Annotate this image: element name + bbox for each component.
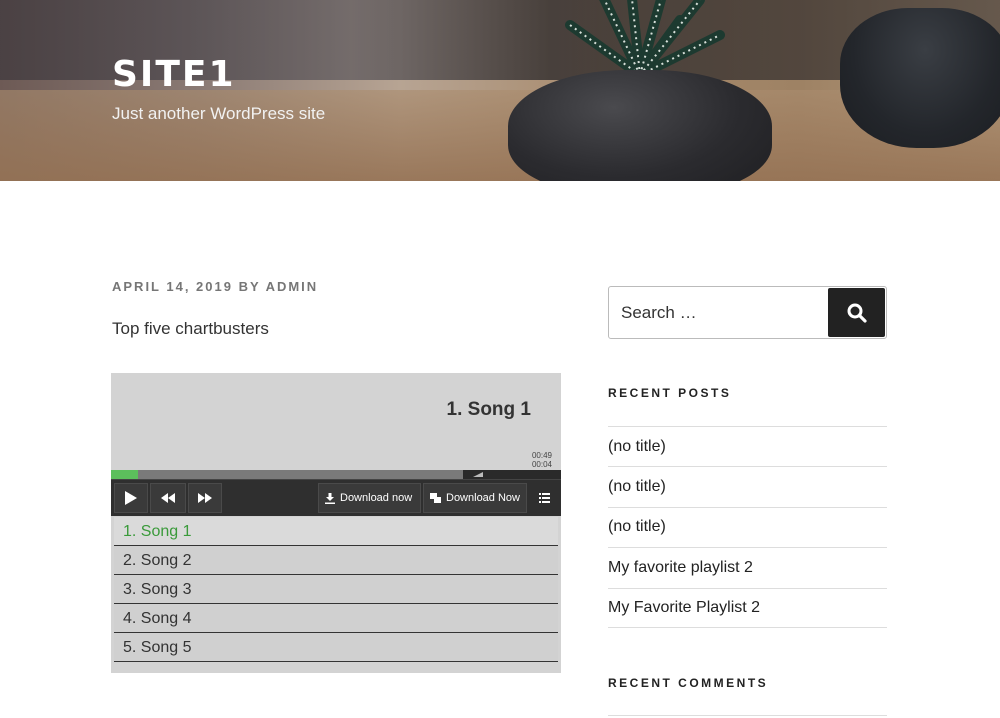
current-track-title: 1. Song 1 [446, 399, 531, 420]
time-total: 00:49 [531, 451, 552, 460]
playlist: 1. Song 1 2. Song 2 3. Song 3 4. Song 4 5. S… [114, 517, 558, 662]
playlist-toggle-button[interactable] [529, 483, 559, 513]
post-meta: APRIL 14, 2019 BY ADMIN [112, 279, 318, 294]
audio-player: 1. Song 1 00:49 00:04 Download now Downl… [111, 373, 561, 673]
download-now-button-1[interactable]: Download now [318, 483, 421, 513]
playlist-item[interactable]: 1. Song 1 [114, 517, 558, 546]
recent-post-link[interactable]: My Favorite Playlist 2 [608, 587, 887, 628]
download-icon [325, 492, 335, 504]
post-content-text: Top five chartbusters [112, 319, 269, 338]
list-icon [538, 493, 550, 503]
recent-comments-divider [608, 715, 887, 716]
site-description: Just another WordPress site [112, 104, 326, 123]
rewind-button[interactable] [150, 483, 186, 513]
player-controls: Download now Download Now [111, 479, 561, 516]
play-button[interactable] [114, 483, 148, 513]
progress-fill [111, 470, 138, 479]
plant-pot [508, 70, 772, 181]
recent-posts-title: RECENT POSTS [608, 386, 732, 400]
recent-post-link[interactable]: (no title) [608, 426, 887, 466]
fast-forward-icon [198, 493, 212, 503]
playlist-item[interactable]: 3. Song 3 [114, 575, 558, 604]
succulent-plant-image [565, 0, 725, 80]
site-header: SITE1 Just another WordPress site [0, 0, 1000, 181]
search-icon [847, 303, 867, 323]
site-title[interactable]: SITE1 [112, 54, 236, 95]
volume-slider[interactable] [463, 470, 561, 479]
progress-bar[interactable] [111, 470, 561, 479]
post-date[interactable]: APRIL 14, 2019 [112, 279, 233, 294]
search-button[interactable] [828, 288, 885, 337]
background-plant-pot [840, 8, 1000, 148]
playlist-item[interactable]: 2. Song 2 [114, 546, 558, 575]
recent-post-link[interactable]: (no title) [608, 506, 887, 547]
volume-icon [473, 472, 483, 477]
download-now-button-2[interactable]: Download Now [423, 483, 527, 513]
search-input[interactable] [609, 287, 851, 338]
recent-post-link[interactable]: (no title) [608, 466, 887, 506]
post-by-label: BY [238, 279, 261, 294]
rewind-icon [161, 493, 175, 503]
time-elapsed: 00:04 [531, 460, 552, 469]
track-time: 00:49 00:04 [532, 451, 552, 469]
playlist-item[interactable]: 5. Song 5 [114, 633, 558, 662]
recent-post-link[interactable]: My favorite playlist 2 [608, 547, 887, 587]
download-now-label-1: Download now [340, 492, 413, 504]
post-author-link[interactable]: ADMIN [266, 279, 319, 294]
recent-comments-title: RECENT COMMENTS [608, 676, 769, 690]
recent-posts-list: (no title) (no title) (no title) My favorit… [608, 426, 887, 628]
play-icon [125, 491, 137, 505]
fast-forward-button[interactable] [188, 483, 222, 513]
download-now-label-2: Download Now [446, 492, 520, 504]
search-form [608, 286, 887, 339]
external-link-icon [430, 493, 441, 503]
playlist-item[interactable]: 4. Song 4 [114, 604, 558, 633]
